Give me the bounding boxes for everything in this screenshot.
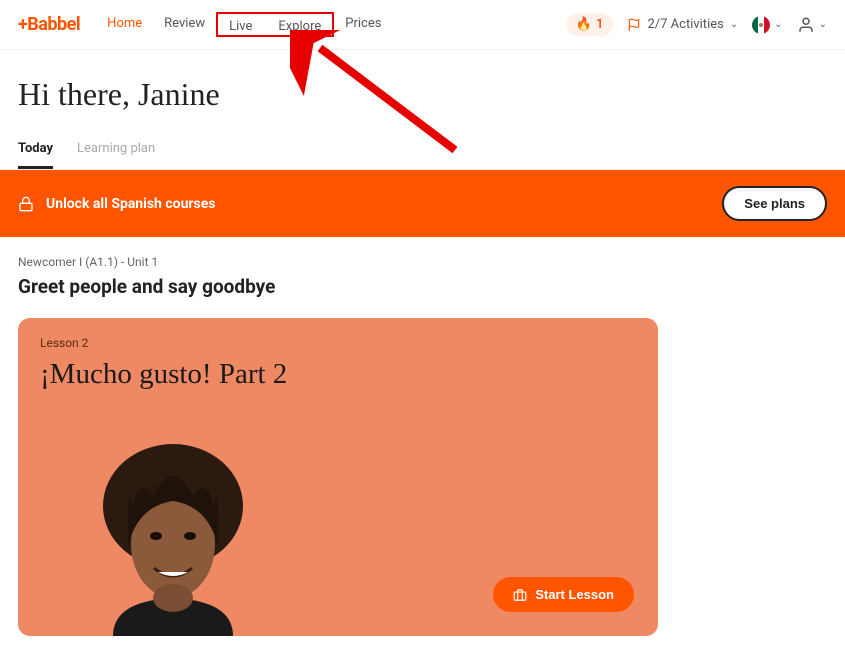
lesson-card[interactable]: Lesson 2 ¡Mucho gusto! Part 2 Start Less… [18, 318, 658, 636]
unit-section: Newcomer I (A1.1) - Unit 1 Greet people … [0, 237, 845, 654]
streak-count: 1 [596, 17, 603, 32]
nav-prices[interactable]: Prices [334, 12, 392, 37]
unlock-banner: Unlock all Spanish courses See plans [0, 170, 845, 237]
nav-home[interactable]: Home [96, 12, 153, 37]
unlock-text: Unlock all Spanish courses [18, 196, 215, 212]
profile-menu[interactable]: ⌄ [797, 16, 827, 34]
streak-badge[interactable]: 🔥 1 [566, 13, 614, 36]
nav-explore[interactable]: Explore [267, 15, 332, 38]
annotation-highlight-box: Live Explore [216, 12, 334, 37]
chevron-down-icon: ⌄ [730, 19, 738, 30]
person-image [58, 406, 288, 636]
lesson-label: Lesson 2 [40, 336, 636, 350]
chevron-down-icon: ⌄ [819, 19, 827, 30]
nav-review[interactable]: Review [153, 12, 216, 37]
user-icon [797, 16, 815, 34]
start-lesson-button[interactable]: Start Lesson [493, 577, 634, 612]
tab-today[interactable]: Today [18, 131, 53, 169]
activities-label: 2/7 Activities [647, 17, 723, 32]
lesson-title: ¡Mucho gusto! Part 2 [40, 358, 636, 391]
tab-learning-plan[interactable]: Learning plan [77, 131, 155, 169]
unlock-label: Unlock all Spanish courses [46, 196, 215, 212]
start-lesson-label: Start Lesson [535, 587, 614, 602]
unit-label: Newcomer I (A1.1) - Unit 1 [18, 255, 827, 269]
flag-icon [627, 18, 641, 32]
babbel-logo[interactable]: +Babbel [18, 14, 80, 35]
nav-live[interactable]: Live [218, 15, 263, 38]
unit-title: Greet people and say goodbye [18, 275, 827, 298]
mexico-flag-icon [752, 16, 770, 34]
activities-dropdown[interactable]: 2/7 Activities ⌄ [627, 17, 738, 32]
fire-icon: 🔥 [576, 17, 592, 32]
header-right: 🔥 1 2/7 Activities ⌄ ⌄ ⌄ [566, 13, 827, 36]
content-tabs: Today Learning plan [0, 131, 845, 170]
main-nav: Home Review Live Explore Prices [96, 12, 392, 37]
chevron-down-icon: ⌄ [774, 19, 782, 30]
language-selector[interactable]: ⌄ [752, 16, 782, 34]
see-plans-button[interactable]: See plans [722, 186, 827, 221]
top-header: +Babbel Home Review Live Explore Prices … [0, 0, 845, 50]
briefcase-icon [513, 588, 527, 602]
lock-icon [18, 196, 34, 212]
greeting-heading: Hi there, Janine [0, 50, 845, 131]
